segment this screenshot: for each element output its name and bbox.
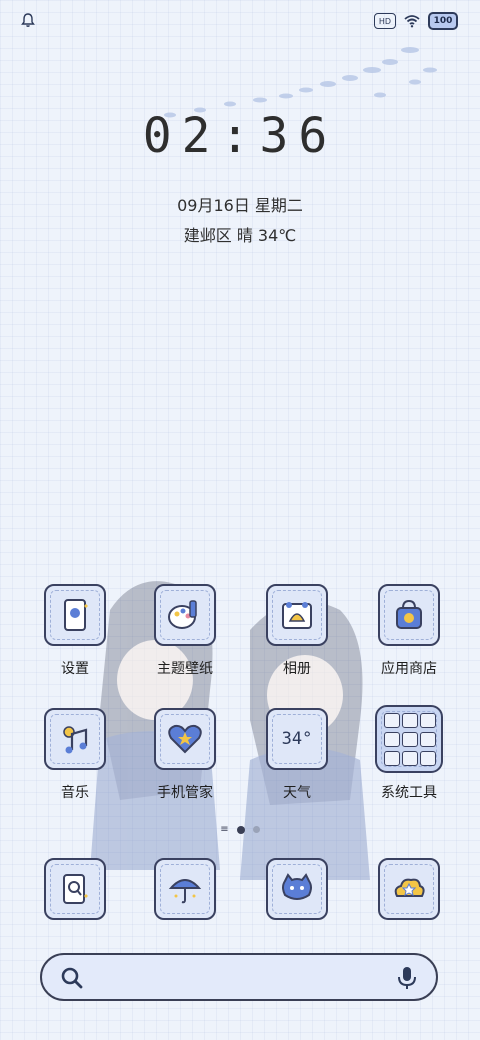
music-note-icon: [44, 708, 106, 770]
app-gallery[interactable]: 相册: [242, 584, 352, 677]
status-right: HD 100: [374, 12, 458, 30]
app-label: 主题壁纸: [157, 661, 213, 677]
wifi-icon: [404, 15, 420, 28]
app-label: 相册: [283, 661, 311, 677]
weather-temp: 34°: [281, 729, 313, 749]
dock: [14, 858, 466, 928]
date-text: 09月16日 星期二: [177, 196, 303, 215]
battery-indicator: 100: [428, 12, 458, 30]
folder-app-thumb: [402, 712, 418, 728]
settings-phone-icon: [44, 584, 106, 646]
app-label: 天气: [283, 785, 311, 801]
folder-app-thumb: [384, 750, 400, 766]
dock-app-umbrella[interactable]: [130, 858, 240, 920]
notification-bell-icon: [21, 13, 35, 27]
contacts-icon: [44, 858, 106, 920]
hd-badge: HD: [374, 13, 396, 29]
flower-cloud-icon: [378, 858, 440, 920]
dock-app-messages[interactable]: [242, 858, 352, 920]
page-dot: [252, 826, 260, 833]
weather-text: 建邺区 晴 34℃: [183, 226, 297, 245]
folder-app-thumb: [384, 731, 400, 747]
page-list-icon: ≡: [220, 824, 229, 835]
app-store-bag-icon: [378, 584, 440, 646]
app-label: 手机管家: [157, 785, 213, 801]
cat-messages-icon: [266, 858, 328, 920]
search-bar[interactable]: [40, 953, 438, 1001]
system-tools-folder-icon: [375, 705, 443, 773]
folder-app-thumb: [402, 731, 418, 747]
gallery-shell-icon: [266, 584, 328, 646]
folder-app-thumb: [420, 750, 436, 766]
weather-icon: 34°: [266, 708, 328, 770]
folder-app-thumb: [384, 712, 400, 728]
app-label: 系统工具: [381, 785, 437, 801]
app-music[interactable]: 音乐: [20, 708, 130, 801]
theme-palette-icon: [154, 584, 216, 646]
lockscreen-clock: 02:36: [142, 108, 338, 164]
app-settings[interactable]: 设置: [20, 584, 130, 677]
search-icon[interactable]: [60, 966, 84, 990]
app-label: 应用商店: [381, 661, 437, 677]
phone-manager-heart-icon: [154, 708, 216, 770]
app-phone-manager[interactable]: 手机管家: [130, 708, 240, 801]
app-system-tools-folder[interactable]: 系统工具: [354, 705, 464, 801]
dock-app-contacts[interactable]: [20, 858, 130, 920]
app-app-store[interactable]: 应用商店: [354, 584, 464, 677]
microphone-icon[interactable]: [396, 965, 418, 991]
status-left: [20, 12, 36, 32]
app-label: 音乐: [61, 785, 89, 801]
umbrella-icon: [154, 858, 216, 920]
folder-app-thumb: [402, 750, 418, 766]
page-indicator[interactable]: ≡: [0, 824, 480, 835]
folder-app-thumb: [420, 731, 436, 747]
dock-app-flower[interactable]: [354, 858, 464, 920]
app-theme-wallpaper[interactable]: 主题壁纸: [130, 584, 240, 677]
page-dot-active: [236, 825, 245, 834]
app-weather[interactable]: 34° 天气: [242, 708, 352, 801]
status-bar: HD 100: [0, 0, 480, 40]
app-label: 设置: [61, 661, 89, 677]
folder-app-thumb: [420, 712, 436, 728]
